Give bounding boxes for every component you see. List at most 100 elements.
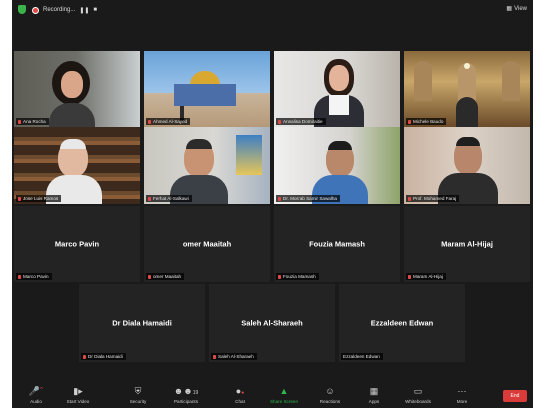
participant-name: Ahmed Al-Sayed [153, 119, 188, 124]
muted-mic-icon [148, 119, 151, 124]
participant-name-tag: Jose Luis Ramos [16, 195, 62, 202]
record-dot-icon [32, 6, 39, 14]
participant-tile[interactable]: Prof. Mohamed Faraj [404, 127, 530, 204]
participant-name-tag: Dr Diala Hamaidi [81, 353, 126, 360]
chat-badge-icon: ● [241, 390, 245, 396]
participant-name: Dr. Mos'ab Samir Sawalha [283, 196, 337, 201]
chat-label: Chat [235, 399, 245, 404]
whiteboards-button[interactable]: ▭ Whiteboards [396, 386, 440, 408]
participant-name: omer Maaitah [153, 274, 182, 279]
participant-name-tag: Annalisa Domiraitie [276, 118, 326, 125]
participant-name: Saleh Al-Sharaeh [218, 354, 254, 359]
muted-mic-icon [18, 196, 21, 201]
participant-name: Ferhat Al-Salkawi [153, 196, 189, 201]
security-label: Security [129, 399, 147, 404]
video-off-icon: ▮▸ [73, 386, 83, 396]
participant-tile[interactable]: Saleh Al-Sharaeh Saleh Al-Sharaeh [209, 284, 335, 362]
participant-tile[interactable]: Ahmed Al-Sayed [144, 51, 270, 127]
chat-bubble-icon: ●● [235, 386, 245, 396]
participant-name-tag: Dr. Mos'ab Samir Sawalha [276, 195, 340, 202]
participant-display-name: omer Maaitah [182, 239, 232, 249]
participant-name-tag: Ferhat Al-Salkawi [146, 195, 192, 202]
participant-name-tag: omer Maaitah [146, 273, 185, 280]
muted-mic-icon [408, 274, 411, 279]
muted-mic-icon [18, 119, 21, 124]
whiteboard-icon: ▭ [413, 386, 423, 396]
participant-name-tag: Ezzaldeen Edwan [341, 353, 383, 360]
participant-name: Dr Diala Hamaidi [88, 354, 123, 359]
participant-tile[interactable]: Ana Rocha [14, 51, 140, 127]
muted-mic-icon [213, 354, 216, 359]
security-shield-icon[interactable] [18, 5, 26, 14]
share-screen-label: Share Screen [269, 399, 299, 404]
more-label: More [456, 399, 468, 404]
participant-tile[interactable]: Michele Baudo [404, 51, 530, 127]
participants-label: Participants [173, 399, 198, 404]
view-label: View [514, 5, 527, 12]
smile-emoji-icon: ☺ [325, 386, 335, 396]
participant-name: Annalisa Domiraitie [283, 119, 323, 124]
participant-display-name: Fouzia Mamash [309, 239, 365, 249]
ellipsis-icon: ⋯ [457, 386, 467, 396]
participant-tile[interactable]: omer Maaitah omer Maaitah [144, 206, 270, 282]
participant-name-tag: Ahmed Al-Sayed [146, 118, 191, 125]
participant-name-tag: Maram Al-Hijaj [406, 273, 446, 280]
participant-tile[interactable]: Maram Al-Hijaj Maram Al-Hijaj [404, 206, 530, 282]
muted-mic-icon [408, 196, 411, 201]
muted-mic-icon [148, 196, 151, 201]
participant-name: Ana Rocha [23, 119, 46, 124]
view-button[interactable]: ▦ View [506, 5, 527, 13]
participant-tile[interactable]: Dr. Mos'ab Samir Sawalha [274, 127, 400, 204]
participant-tile[interactable]: Marco Pavin Marco Pavin [14, 206, 140, 282]
participant-name: Michele Baudo [413, 119, 444, 124]
participant-name-tag: Marco Pavin [16, 273, 52, 280]
participant-display-name: Ezzaldeen Edwan [370, 318, 434, 328]
participants-button[interactable]: ☻☻19 Participants [164, 386, 208, 408]
end-meeting-button[interactable]: End [503, 390, 527, 402]
muted-mic-icon [278, 119, 281, 124]
participant-tile-active-speaker[interactable]: Ferhat Al-Salkawi [144, 127, 270, 204]
top-bar: Recording... ❚❚ ■ ▦ View [12, 0, 533, 20]
participant-name-tag: Prof. Mohamed Faraj [406, 195, 460, 202]
pause-recording-icon[interactable]: ❚❚ [79, 7, 89, 14]
grid-view-icon: ▦ [506, 6, 513, 12]
participant-name: Marco Pavin [23, 274, 49, 279]
apps-grid-icon: ▦ [369, 386, 379, 396]
participant-tile[interactable]: Jose Luis Ramos [14, 127, 140, 204]
share-screen-icon: ▲ [279, 386, 289, 396]
chat-button[interactable]: ●● Chat [218, 386, 262, 408]
participant-name-tag: Saleh Al-Sharaeh [211, 353, 257, 360]
muted-mic-icon [18, 274, 21, 279]
start-video-button[interactable]: ▮▸ Start Video [56, 386, 100, 408]
share-screen-button[interactable]: ▲ Share Screen [262, 386, 306, 408]
participant-display-name: Maram Al-Hijaj [441, 239, 493, 249]
muted-mic-icon [408, 119, 411, 124]
security-button[interactable]: ⛨ Security [116, 386, 160, 408]
participant-tile[interactable]: Dr Diala Hamaidi Dr Diala Hamaidi [79, 284, 205, 362]
participant-display-name: Dr Diala Hamaidi [112, 318, 172, 328]
audio-button[interactable]: 🎤ˆ Audio [14, 386, 58, 408]
stop-recording-icon[interactable]: ■ [93, 7, 97, 13]
participant-name: Fouzia Mamash [283, 274, 316, 279]
participant-name: Prof. Mohamed Faraj [413, 196, 457, 201]
muted-mic-icon [148, 274, 151, 279]
participants-icon: ☻☻19 [173, 386, 199, 396]
reactions-button[interactable]: ☺ Reactions [308, 386, 352, 408]
whiteboards-label: Whiteboards [405, 399, 431, 404]
muted-mic-icon [278, 274, 281, 279]
participant-tile[interactable]: Ezzaldeen Edwan Ezzaldeen Edwan [339, 284, 465, 362]
participant-display-name: Marco Pavin [54, 239, 100, 249]
shield-icon: ⛨ [134, 386, 142, 396]
audio-label: Audio [30, 399, 42, 404]
participant-tile[interactable]: Fouzia Mamash Fouzia Mamash [274, 206, 400, 282]
apps-button[interactable]: ▦ Apps [352, 386, 396, 408]
muted-mic-icon [278, 196, 281, 201]
apps-label: Apps [368, 399, 380, 404]
participant-count: 19 [192, 390, 199, 396]
participant-tile[interactable]: Annalisa Domiraitie [274, 51, 400, 127]
zoom-meeting-window: Recording... ❚❚ ■ ▦ View Ana Rocha Ahmed… [12, 0, 533, 408]
recording-indicator: Recording... ❚❚ ■ [32, 4, 114, 16]
more-button[interactable]: ⋯ More [440, 386, 484, 408]
participant-name: Ezzaldeen Edwan [343, 354, 380, 359]
muted-mic-icon [83, 354, 86, 359]
